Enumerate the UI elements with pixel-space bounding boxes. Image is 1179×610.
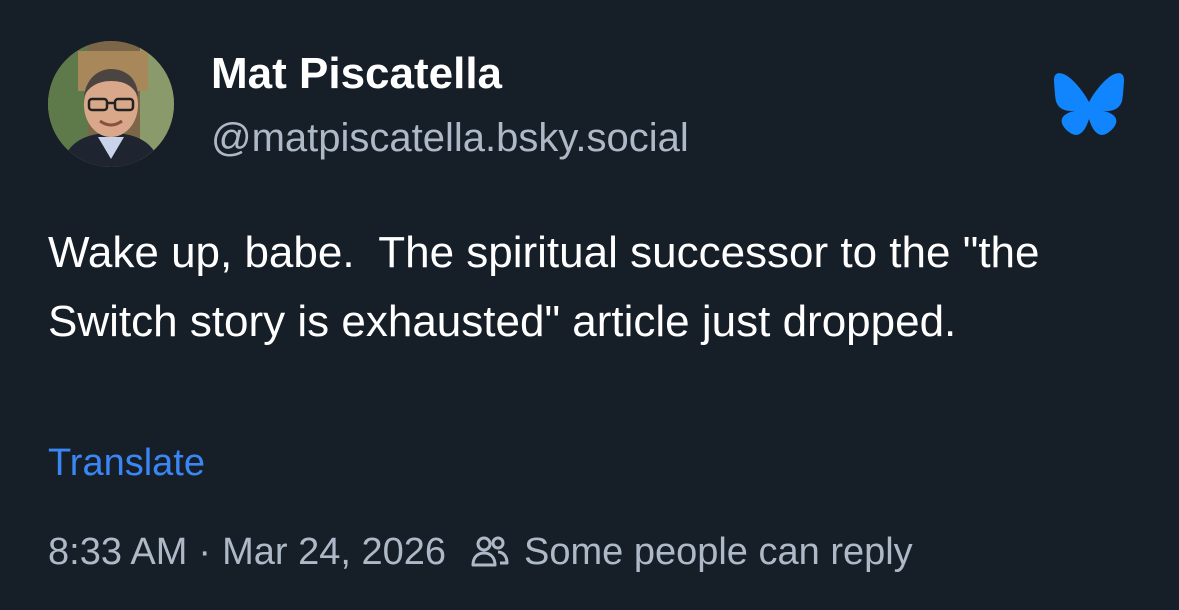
author-avatar[interactable] [48, 41, 174, 167]
post-date[interactable]: Mar 24, 2026 [222, 531, 446, 574]
post-text: Wake up, babe. The spiritual successor t… [48, 228, 1052, 346]
meta-separator: · [198, 530, 212, 573]
bluesky-butterfly-icon [1052, 72, 1126, 136]
post-meta: 8:33 AM · Mar 24, 2026 Some people can r… [48, 527, 913, 577]
people-icon [470, 532, 510, 572]
avatar-image [48, 41, 174, 167]
author-handle[interactable]: @matpiscatella.bsky.social [211, 116, 689, 161]
author-display-name[interactable]: Mat Piscatella [211, 49, 502, 99]
reply-setting-label[interactable]: Some people can reply [524, 531, 913, 574]
translate-link[interactable]: Translate [48, 442, 205, 485]
post-card: Mat Piscatella @matpiscatella.bsky.socia… [0, 0, 1179, 610]
post-time[interactable]: 8:33 AM [48, 531, 187, 574]
